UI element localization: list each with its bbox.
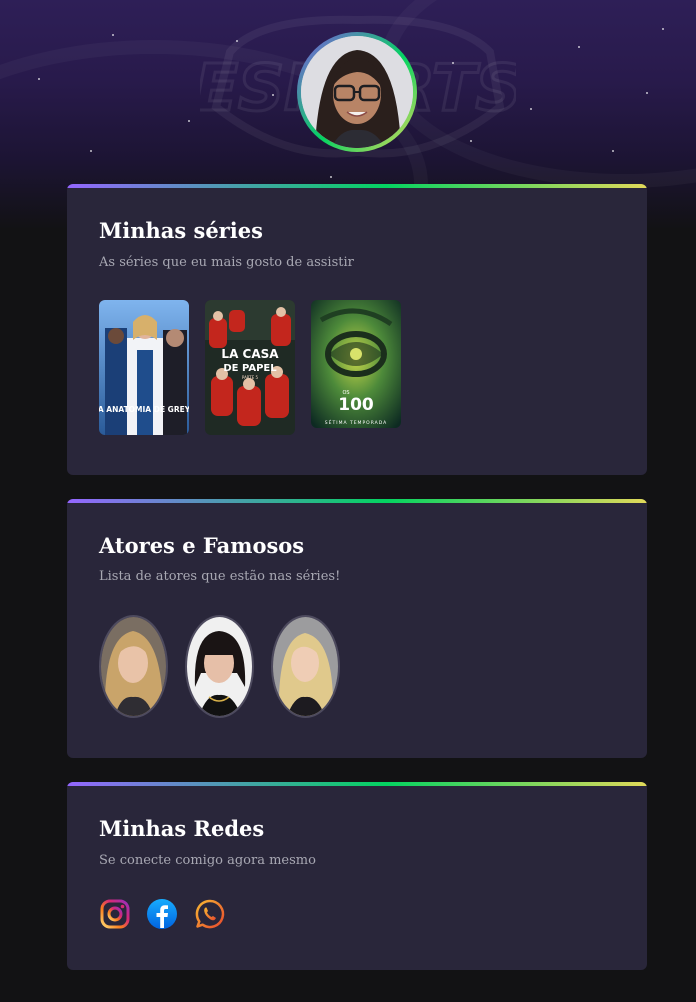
actors-title: Atores e Famosos — [99, 533, 305, 558]
instagram-link[interactable] — [99, 898, 131, 930]
actor-photo — [273, 617, 338, 716]
poster-caption-small: PARTE 5 — [242, 375, 259, 380]
actors-card: Atores e Famosos Lista de atores que est… — [67, 499, 647, 758]
series-poster-la-casa-de-papel[interactable]: LA CASA DE PAPEL PARTE 5 — [205, 300, 295, 435]
social-title: Minhas Redes — [99, 816, 265, 841]
instagram-icon — [100, 899, 130, 929]
actor-avatar-eliza-taylor[interactable] — [271, 615, 340, 718]
whatsapp-link[interactable] — [194, 898, 226, 930]
series-poster-greys-anatomy[interactable]: A ANATOMIA DE GREY — [99, 300, 189, 435]
actor-photo — [187, 617, 252, 716]
series-poster-the-100[interactable]: OS 100 SÉTIMA TEMPORADA — [311, 300, 401, 428]
poster-image: A ANATOMIA DE GREY — [99, 300, 189, 435]
facebook-link[interactable] — [146, 898, 178, 930]
poster-caption: 100 — [338, 395, 374, 415]
actors-subtitle: Lista de atores que estão nas séries! — [99, 569, 341, 584]
social-card: Minhas Redes Se conecte comigo agora mes… — [67, 782, 647, 970]
poster-caption: A ANATOMIA DE GREY — [99, 405, 189, 414]
poster-caption-bottom: DE PAPEL — [223, 363, 277, 374]
poster-image: OS 100 SÉTIMA TEMPORADA — [311, 300, 401, 428]
avatar-photo — [301, 36, 413, 148]
poster-caption-top: LA CASA — [221, 347, 279, 361]
profile-avatar — [297, 32, 417, 152]
actor-avatar-ursula-corbero[interactable] — [185, 615, 254, 718]
whatsapp-icon — [195, 899, 225, 929]
social-subtitle: Se conecte comigo agora mesmo — [99, 853, 316, 868]
actor-avatar-ellen-pompeo[interactable] — [99, 615, 168, 718]
series-title: Minhas séries — [99, 218, 263, 243]
poster-image: LA CASA DE PAPEL PARTE 5 — [205, 300, 295, 435]
actor-photo — [101, 617, 166, 716]
facebook-icon — [147, 899, 177, 929]
series-card: Minhas séries As séries que eu mais gost… — [67, 184, 647, 475]
series-subtitle: As séries que eu mais gosto de assistir — [99, 255, 354, 270]
